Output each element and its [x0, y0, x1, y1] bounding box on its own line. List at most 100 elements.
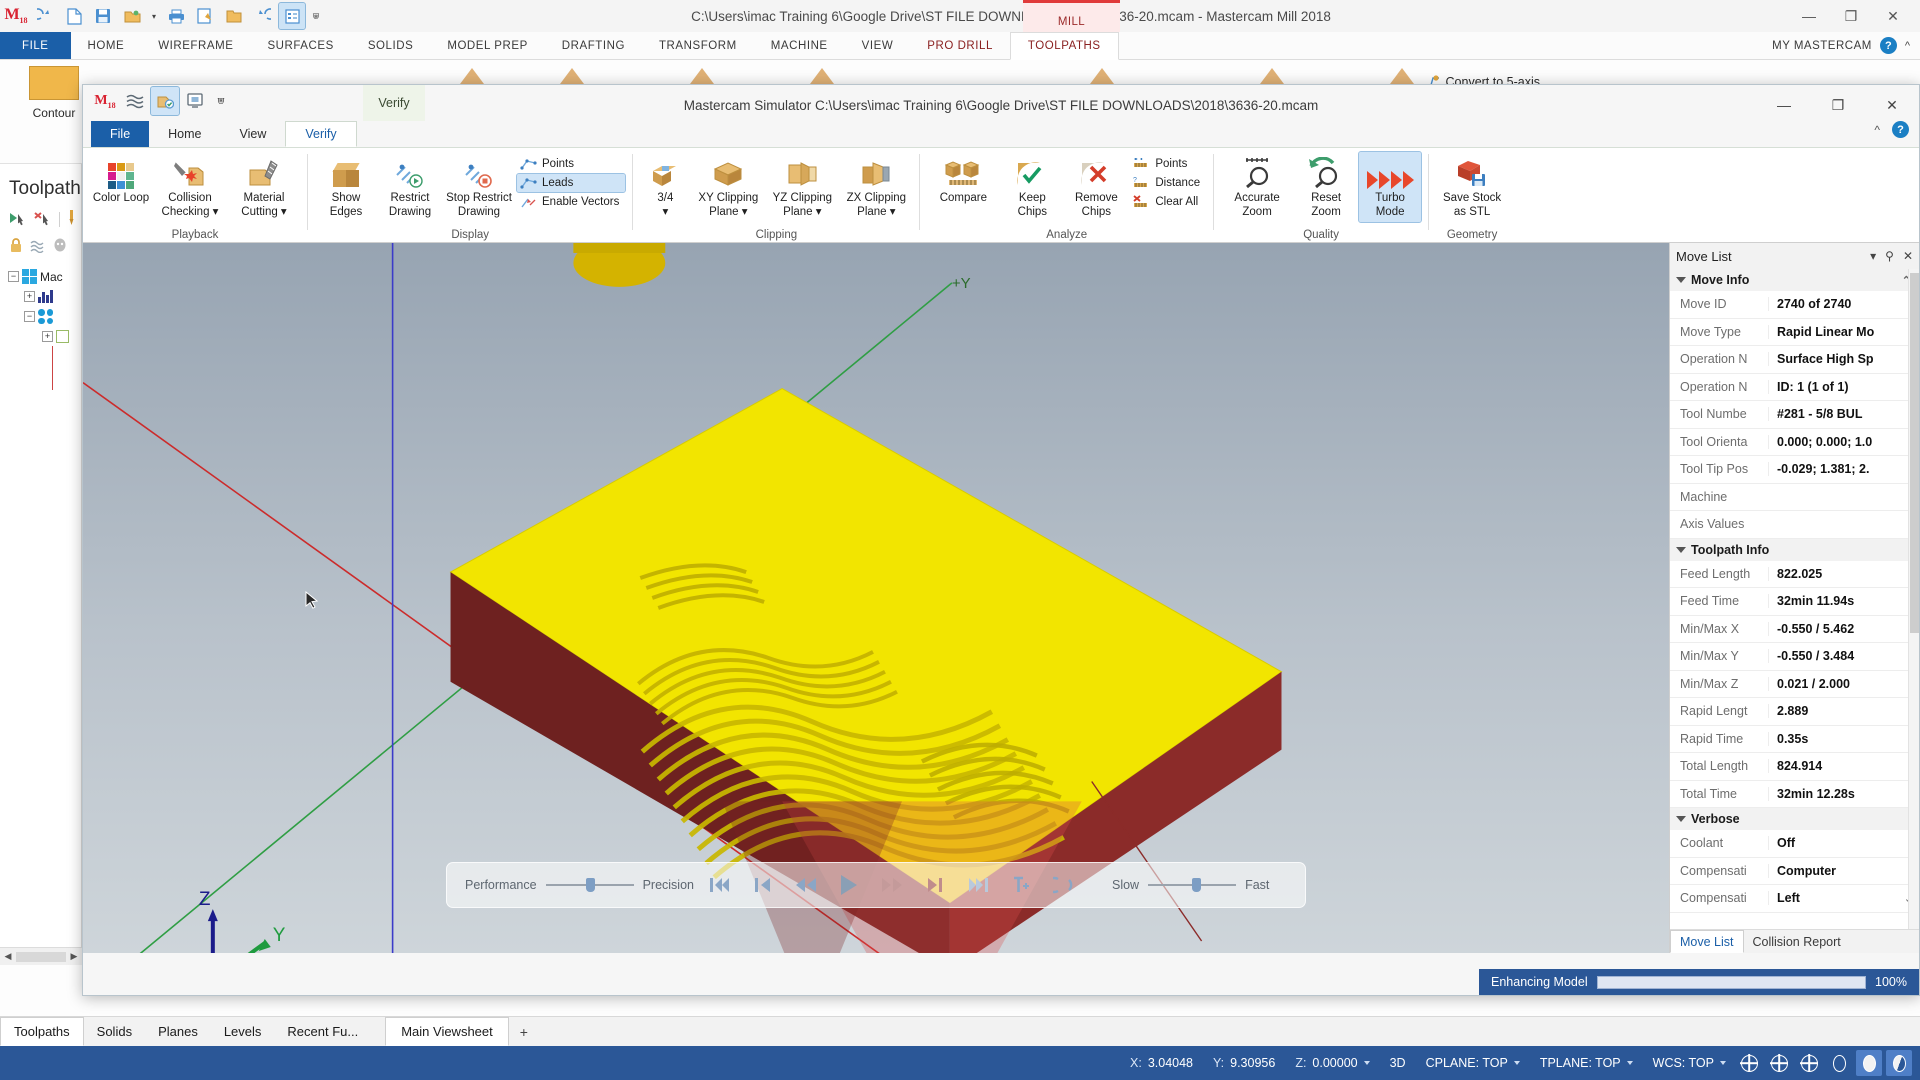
restrict-drawing-button[interactable]: Restrict Drawing	[379, 152, 441, 222]
ribbon-tab-model-prep[interactable]: MODEL PREP	[430, 32, 544, 59]
move-list-menu-icon[interactable]: ▾	[1870, 249, 1876, 263]
scrollbar-thumb[interactable]	[1910, 273, 1919, 633]
chevron-down-icon[interactable]	[1363, 1061, 1370, 1065]
customize-qat-icon[interactable]	[278, 2, 306, 30]
section-toolpath-info[interactable]: Toolpath Info	[1670, 538, 1919, 561]
manager-tab-planes[interactable]: Planes	[145, 1017, 211, 1046]
speed-slider[interactable]	[1148, 878, 1237, 892]
xy-clipping-plane-button[interactable]: XY Clipping Plane ▾	[692, 152, 764, 222]
new-file-icon[interactable]	[61, 3, 87, 29]
manager-tab-toolpaths[interactable]: Toolpaths	[0, 1017, 84, 1046]
status-tplane[interactable]: TPLANE: TOP	[1530, 1056, 1643, 1070]
status-cplane[interactable]: CPLANE: TOP	[1416, 1056, 1530, 1070]
tree-expander-icon[interactable]: −	[24, 311, 35, 322]
save-stock-as-stl-button[interactable]: Save Stock as STL	[1436, 152, 1508, 222]
wireframe-shading-icon[interactable]	[1826, 1050, 1852, 1076]
ribbon-tab-machine[interactable]: MACHINE	[754, 32, 845, 59]
play-button[interactable]	[832, 870, 866, 900]
chevron-down-icon[interactable]	[1513, 1061, 1520, 1065]
step-back-button[interactable]	[746, 870, 780, 900]
shaded-display-icon[interactable]	[1856, 1050, 1882, 1076]
undo-icon[interactable]	[250, 3, 276, 29]
my-mastercam-link[interactable]: MY MASTERCAM	[1772, 40, 1872, 52]
tree-item-operation[interactable]: +	[0, 327, 81, 346]
step-to-next-tool-button[interactable]	[1004, 870, 1038, 900]
tree-item-toolpath-group[interactable]: −	[0, 306, 81, 327]
select-all-toolpaths-icon[interactable]	[9, 211, 28, 229]
rewind-button[interactable]	[789, 870, 823, 900]
ribbon-tab-solids[interactable]: SOLIDS	[351, 32, 430, 59]
chevron-down-icon[interactable]	[1626, 1061, 1633, 1065]
manager-tab-recent-functions[interactable]: Recent Fu...	[274, 1017, 371, 1046]
tree-expander-icon[interactable]: +	[42, 331, 53, 342]
shaded-with-edges-icon[interactable]	[1886, 1050, 1912, 1076]
manager-tab-levels[interactable]: Levels	[211, 1017, 275, 1046]
toolpath-display-icon[interactable]	[53, 238, 67, 256]
isometric-view-icon[interactable]	[1736, 1050, 1762, 1076]
qat-overflow-icon[interactable]: ⩐	[308, 3, 324, 29]
folder-icon[interactable]	[221, 3, 247, 29]
collapse-ribbon-icon[interactable]: ^	[1905, 40, 1910, 52]
simulator-collapse-ribbon-icon[interactable]: ^	[1874, 123, 1880, 137]
pin-icon[interactable]: ⚲	[1885, 249, 1894, 263]
ribbon-tab-home[interactable]: HOME	[71, 32, 142, 59]
contour-ribbon-button[interactable]: Contour	[18, 66, 90, 120]
section-move-info[interactable]: Move Info ⌃	[1670, 269, 1919, 291]
yz-clipping-plane-button[interactable]: YZ Clipping Plane ▾	[766, 152, 838, 222]
accurate-zoom-button[interactable]: Accurate Zoom	[1221, 152, 1293, 222]
reset-zoom-button[interactable]: Reset Zoom	[1295, 152, 1357, 222]
measure-distance-button[interactable]: ? Distance	[1129, 174, 1206, 192]
deselect-all-toolpaths-icon[interactable]	[34, 211, 53, 229]
simulator-tab-home[interactable]: Home	[149, 121, 220, 147]
ribbon-tab-wireframe[interactable]: WIREFRAME	[141, 32, 250, 59]
skip-to-end-button[interactable]	[961, 870, 995, 900]
ribbon-tab-file[interactable]: FILE	[0, 32, 71, 59]
color-loop-button[interactable]: Color Loop	[90, 152, 152, 209]
scroll-track[interactable]	[16, 951, 66, 962]
ribbon-tab-view[interactable]: VIEW	[845, 32, 911, 59]
enable-vectors-toggle[interactable]: Enable Vectors	[517, 193, 625, 211]
front-view-icon[interactable]	[1796, 1050, 1822, 1076]
save-icon[interactable]	[90, 3, 116, 29]
ribbon-tab-toolpaths[interactable]: TOOLPATHS	[1009, 32, 1119, 60]
mill-context-tab[interactable]: MILL	[1023, 0, 1120, 32]
ribbon-tab-surfaces[interactable]: SURFACES	[250, 32, 350, 59]
top-view-icon[interactable]	[1766, 1050, 1792, 1076]
ribbon-tab-transform[interactable]: TRANSFORM	[642, 32, 754, 59]
stop-restrict-drawing-button[interactable]: Stop Restrict Drawing	[443, 152, 515, 222]
section-verbose[interactable]: Verbose	[1670, 808, 1919, 830]
tree-item-properties[interactable]: +	[0, 287, 81, 306]
minimize-button[interactable]: —	[1788, 2, 1830, 30]
compare-button[interactable]: Compare	[927, 152, 999, 209]
ribbon-tab-drafting[interactable]: DRAFTING	[545, 32, 642, 59]
lock-toolpath-icon[interactable]	[9, 238, 23, 256]
collision-checking-button[interactable]: Collision Checking ▾	[154, 152, 226, 222]
viewsheet-tab-main[interactable]: Main Viewsheet	[385, 1017, 509, 1046]
close-button[interactable]: ✕	[1872, 2, 1914, 30]
material-cutting-button[interactable]: Material Cutting ▾	[228, 152, 300, 222]
simulator-tab-verify[interactable]: Verify	[285, 121, 357, 147]
simulator-tab-file[interactable]: File	[91, 121, 150, 147]
regenerate-toolpath-icon[interactable]	[66, 210, 77, 229]
remove-chips-button[interactable]: Remove Chips	[1065, 152, 1127, 222]
move-list-scroll-area[interactable]: Move Info ⌃ Move ID 2740 of 2740 Move Typ…	[1670, 269, 1919, 929]
show-edges-button[interactable]: Show Edges	[315, 152, 377, 222]
leads-toggle[interactable]: Leads	[515, 173, 627, 193]
simulator-help-icon[interactable]: ?	[1892, 121, 1909, 138]
keep-chips-button[interactable]: Keep Chips	[1001, 152, 1063, 222]
help-icon[interactable]: ?	[1879, 37, 1897, 54]
points-toggle[interactable]: Points	[517, 155, 625, 173]
tree-expander-icon[interactable]: −	[8, 271, 19, 282]
scroll-right-icon[interactable]: ▶	[66, 951, 82, 962]
zx-clipping-plane-button[interactable]: ZX Clipping Plane ▾	[840, 152, 912, 222]
move-list-close-icon[interactable]: ✕	[1903, 249, 1913, 263]
performance-precision-slider[interactable]	[545, 878, 634, 892]
turbo-mode-button[interactable]: Turbo Mode	[1358, 150, 1423, 224]
status-wcs[interactable]: WCS: TOP	[1643, 1056, 1736, 1070]
status-view-mode[interactable]: 3D	[1380, 1056, 1416, 1070]
measure-points-button[interactable]: Points	[1129, 155, 1206, 173]
print-preview-icon[interactable]	[192, 3, 218, 29]
chevron-down-icon[interactable]	[1720, 1061, 1726, 1065]
tab-move-list[interactable]: Move List	[1670, 930, 1744, 953]
open-dropdown-icon[interactable]: ▾	[148, 3, 160, 29]
